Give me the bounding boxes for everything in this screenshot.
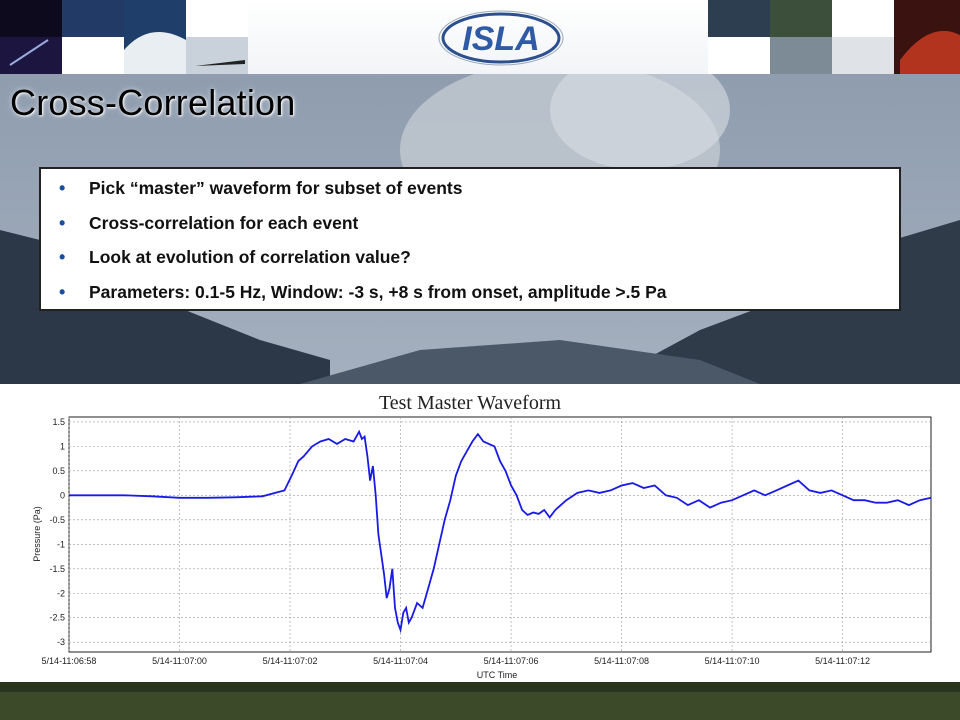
x-tick-label: 5/14-11:07:02 <box>263 656 318 666</box>
y-axis-label: Pressure (Pa) <box>32 506 42 562</box>
y-tick-label: 1 <box>60 441 65 451</box>
x-tick-label: 5/14-11:07:00 <box>152 656 207 666</box>
bullet-item: Pick “master” waveform for subset of eve… <box>59 177 899 212</box>
x-axis: 5/14-11:06:58 5/14-11:07:00 5/14-11:07:02 5… <box>42 656 870 666</box>
y-tick-label: 0 <box>60 490 65 500</box>
y-tick-label: 1.5 <box>52 417 65 427</box>
logo-area: ISLA <box>248 0 708 74</box>
y-tick-label: -1.5 <box>49 564 65 574</box>
x-tick-label: 5/14-11:07:04 <box>373 656 428 666</box>
slide-title: Cross-Correlation <box>10 82 296 123</box>
y-tick-label: -1 <box>57 539 65 549</box>
y-tick-label: 0.5 <box>52 466 65 476</box>
y-tick-label: -0.5 <box>49 515 65 525</box>
y-tick-label: -2 <box>57 588 65 598</box>
y-tick-label: -3 <box>57 637 65 647</box>
x-tick-label: 5/14-11:07:12 <box>815 656 870 666</box>
waveform-chart: 1.5 1 0.5 0 -0.5 -1 -1.5 -2 -2.5 -3 5/14-11:06:58… <box>32 416 932 680</box>
logo-text: ISLA <box>462 20 539 58</box>
x-tick-label: 5/14-11:07:10 <box>705 656 760 666</box>
y-axis: 1.5 1 0.5 0 -0.5 -1 -1.5 -2 -2.5 -3 <box>49 417 65 647</box>
plot-area <box>68 416 932 653</box>
x-axis-label: UTC Time <box>477 670 518 680</box>
bullet-list: Pick “master” waveform for subset of eve… <box>41 169 899 315</box>
footer-strip <box>0 682 960 720</box>
x-tick-label: 5/14-11:07:08 <box>594 656 649 666</box>
isla-logo: ISLA <box>438 10 564 66</box>
x-tick-label: 5/14-11:07:06 <box>484 656 539 666</box>
bullet-item: Cross-correlation for each event <box>59 212 899 247</box>
bullet-box: Pick “master” waveform for subset of eve… <box>39 167 901 311</box>
bullet-item: Parameters: 0.1-5 Hz, Window: -3 s, +8 s… <box>59 281 899 316</box>
bullet-item: Look at evolution of correlation value? <box>59 246 899 281</box>
x-tick-label: 5/14-11:06:58 <box>42 656 97 666</box>
y-tick-label: -2.5 <box>49 613 65 623</box>
